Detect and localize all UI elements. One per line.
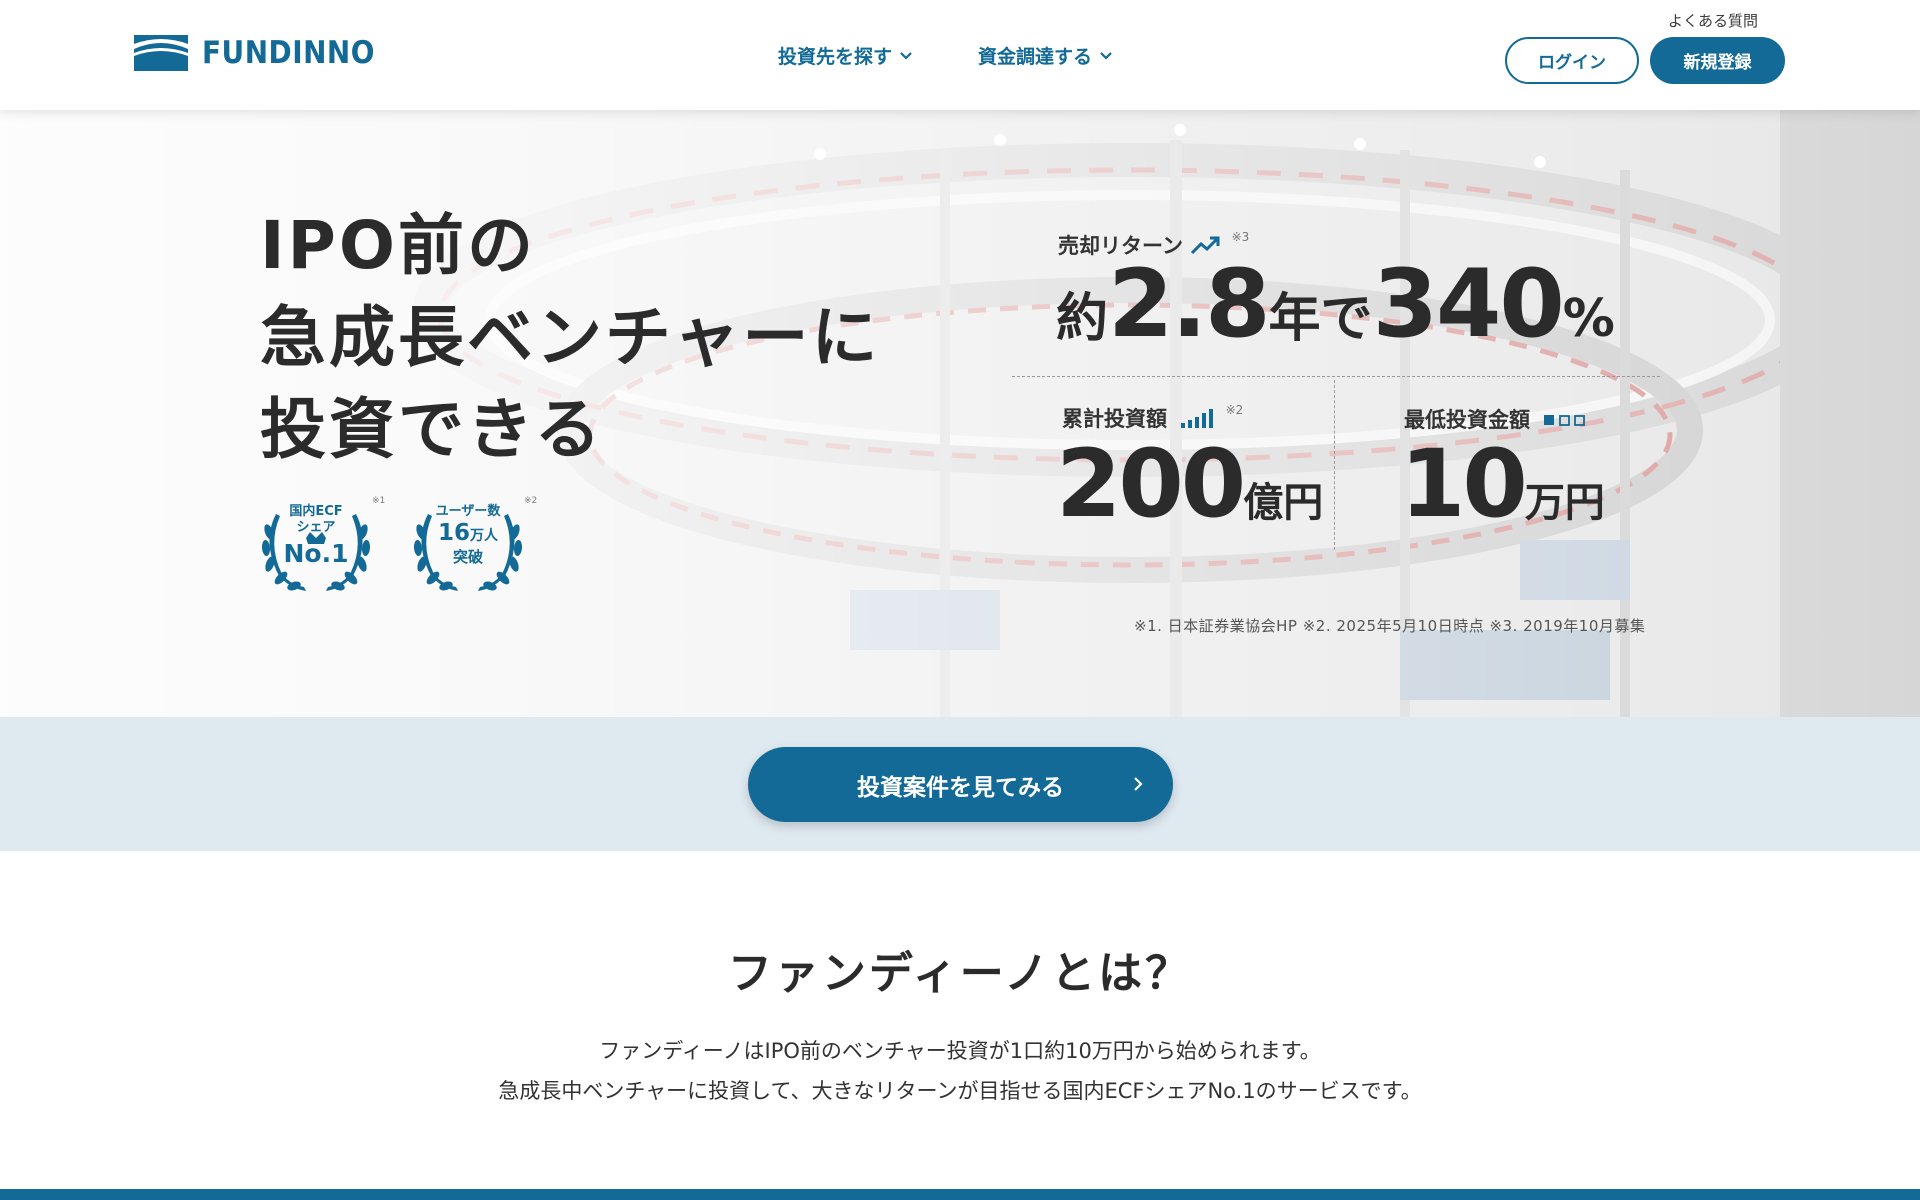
view-investments-button[interactable]: 投資案件を見てみる — [748, 747, 1173, 822]
next-section-bar — [0, 1189, 1920, 1200]
return-years-unit: 年で — [1268, 289, 1373, 349]
nav-fundraising-label: 資金調達する — [978, 46, 1093, 68]
login-button[interactable]: ログイン — [1505, 37, 1639, 84]
cta-band: 投資案件を見てみる — [0, 717, 1920, 851]
chevron-down-icon — [900, 51, 912, 60]
squares-indicator-icon — [1544, 415, 1586, 426]
badge-line-2: シェア — [296, 520, 336, 535]
fundinno-logo[interactable]: FUNDINNO — [134, 35, 375, 71]
hero-footnotes: ※1. 日本証券業協会HP ※2. 2025年5月10日時点 ※3. 2019年… — [1134, 617, 1646, 635]
main-nav: 投資先を探す 資金調達する — [778, 42, 1112, 69]
about-title: ファンディーノとは？ — [727, 948, 1193, 999]
market-share-badge: 国内ECF シェア No.1 — [254, 496, 378, 596]
stats-divider-horizontal — [1012, 376, 1660, 377]
badge-note-2: ※2 — [524, 496, 538, 506]
badge-line-3: 突破 — [452, 548, 483, 566]
nav-fundraising[interactable]: 資金調達する — [978, 42, 1112, 69]
return-percent-unit: % — [1562, 289, 1615, 349]
minimum-investment-number: 10 — [1400, 430, 1528, 539]
nav-find-investments-label: 投資先を探す — [778, 46, 893, 68]
badge-line-1: 国内ECF — [289, 504, 343, 519]
total-investment-label-text: 累計投資額 — [1062, 407, 1167, 431]
badge-big-wrap: 16万人 — [406, 520, 530, 549]
logo-text: FUNDINNO — [202, 35, 375, 71]
chevron-right-icon — [1134, 777, 1143, 791]
hero-title-line-3: 投資できる — [260, 391, 604, 468]
about-description-line-1: ファンディーノはIPO前のベンチャー投資が1口約10万円から始められます。 — [599, 1039, 1321, 1063]
nav-find-investments[interactable]: 投資先を探す — [778, 42, 912, 69]
total-investment-value: 200億円 — [1056, 430, 1323, 539]
minimum-investment-unit: 万円 — [1524, 480, 1605, 526]
stats-divider-vertical — [1334, 380, 1335, 550]
minimum-investment-label-text: 最低投資金額 — [1404, 408, 1530, 432]
site-header: FUNDINNO 投資先を探す 資金調達する よくある質問 ログイン 新規登録 — [0, 0, 1920, 110]
minimum-investment-value: 10万円 — [1400, 430, 1605, 539]
fundinno-logo-mark-icon — [134, 35, 188, 71]
return-percent: 340 — [1372, 250, 1565, 359]
total-investment-number: 200 — [1056, 430, 1246, 539]
chevron-down-icon — [1100, 51, 1112, 60]
signup-button[interactable]: 新規登録 — [1650, 37, 1785, 84]
total-investment-unit: 億円 — [1243, 480, 1324, 526]
user-count-badge: ユーザー数 16万人 突破 — [406, 496, 530, 596]
return-value: 約2.8年で340% — [1056, 250, 1615, 359]
badge-big-text: No.1 — [283, 539, 349, 568]
hero-title-line-1: IPO前の — [260, 207, 537, 284]
view-investments-button-label: 投資案件を見てみる — [857, 774, 1064, 801]
bar-chart-icon — [1181, 409, 1214, 428]
return-years: 2.8 — [1108, 250, 1271, 359]
user-count-badge-text: ユーザー数 16万人 突破 — [406, 504, 530, 565]
badge-big-suffix: 万人 — [470, 528, 498, 544]
hero-title-line-2: 急成長ベンチャーに — [260, 299, 881, 376]
hero-title: IPO前の 急成長ベンチャーに 投資できる — [260, 200, 880, 476]
return-note: ※3 — [1231, 230, 1250, 244]
total-investment-label: 累計投資額 ※2 — [1062, 403, 1243, 433]
badge-note-1: ※1 — [372, 496, 386, 506]
badge-big-text: 16 — [437, 520, 470, 546]
hero-section: IPO前の 急成長ベンチャーに 投資できる 国内ECF シェア No.1 ※1 … — [0, 110, 1920, 717]
market-share-badge-text: 国内ECF シェア No.1 — [254, 504, 378, 568]
badge-line-1: ユーザー数 — [435, 504, 501, 519]
return-prefix: 約 — [1056, 289, 1109, 349]
about-description-line-2: 急成長中ベンチャーに投資して、大きなリターンが目指せる国内ECFシェアNo.1の… — [498, 1079, 1422, 1103]
total-investment-note: ※2 — [1225, 403, 1244, 417]
faq-link[interactable]: よくある質問 — [1668, 10, 1758, 31]
